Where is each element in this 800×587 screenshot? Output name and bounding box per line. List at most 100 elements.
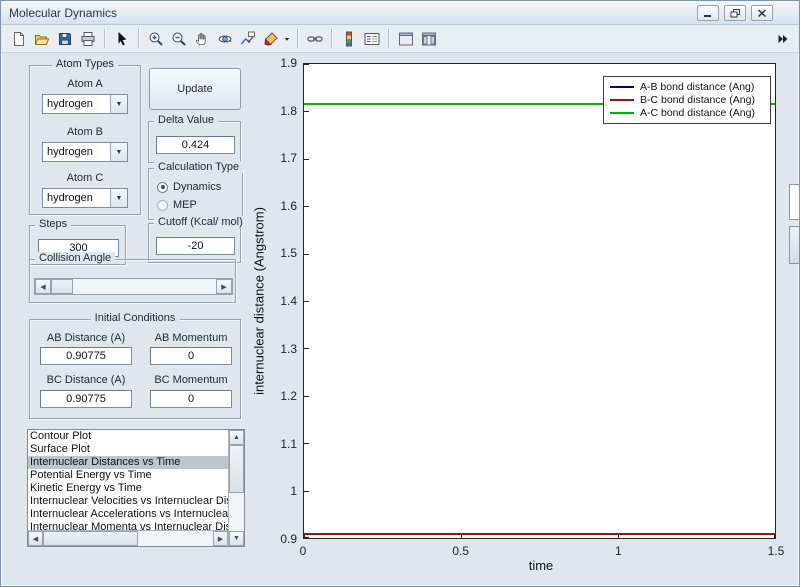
save-figure-button[interactable]	[53, 27, 76, 50]
y-tickmark	[304, 348, 309, 350]
list-item[interactable]: Contour Plot	[28, 430, 228, 443]
y-tickmark	[304, 443, 309, 445]
atom-types-panel: Atom Types Atom A hydrogen ▼ Atom B hydr…	[29, 58, 141, 215]
brush-icon	[263, 31, 278, 46]
ab-distance-input[interactable]	[40, 347, 132, 365]
rotate-3d-button[interactable]	[213, 27, 236, 50]
atom-c-select[interactable]: hydrogen ▼	[42, 188, 128, 208]
toolbar-separator	[104, 29, 105, 48]
restore-button[interactable]	[724, 5, 746, 21]
radio-dynamics-label: Dynamics	[173, 181, 222, 193]
list-item[interactable]: Internuclear Momenta vs Internuclear Dis…	[28, 521, 228, 530]
link-plots-button[interactable]	[303, 27, 326, 50]
legend-line-sample	[610, 98, 634, 101]
minimize-button[interactable]	[697, 5, 719, 21]
bc-momentum-label: BC Momentum	[154, 374, 228, 386]
ab-momentum-input[interactable]	[150, 347, 232, 365]
y-tick: 1.9	[280, 56, 297, 70]
scroll-thumb[interactable]	[43, 531, 138, 546]
hide-plot-tools-button[interactable]	[394, 27, 417, 50]
legend-line-sample	[610, 112, 634, 115]
list-item[interactable]: Internuclear Accelerations vs Internucle…	[28, 508, 228, 521]
scroll-right-arrow[interactable]: ▶	[213, 531, 228, 546]
atom-a-select[interactable]: hydrogen ▼	[42, 94, 128, 114]
scroll-track[interactable]	[229, 445, 244, 531]
data-cursor-button[interactable]	[236, 27, 259, 50]
brush-button[interactable]	[259, 27, 282, 50]
scroll-left-arrow[interactable]: ◀	[28, 531, 43, 546]
plot-area[interactable]: A-B bond distance (Ang) B-C bond distanc…	[303, 63, 776, 539]
list-item[interactable]: Surface Plot	[28, 443, 228, 456]
slider-track[interactable]	[51, 279, 216, 294]
y-tick: 1.5	[280, 246, 297, 261]
show-plot-tools-button[interactable]	[417, 27, 440, 50]
slider-left-arrow[interactable]: ◀	[35, 279, 51, 294]
slider-right-arrow[interactable]: ▶	[216, 279, 232, 294]
open-folder-icon	[34, 34, 49, 45]
scroll-track[interactable]	[43, 531, 213, 546]
rotate-3d-icon	[218, 35, 232, 42]
bc-momentum-input[interactable]	[150, 390, 232, 408]
toolbar	[1, 25, 799, 53]
x-tick: 1	[614, 544, 622, 558]
print-figure-button[interactable]	[76, 27, 99, 50]
atom-b-select[interactable]: hydrogen ▼	[42, 142, 128, 162]
collision-angle-slider[interactable]: ◀ ▶	[34, 278, 233, 295]
scroll-thumb[interactable]	[229, 445, 244, 493]
delta-value-input[interactable]	[156, 136, 235, 154]
brush-dropdown-button[interactable]	[282, 27, 292, 50]
scroll-up-arrow[interactable]: ▲	[229, 430, 244, 445]
listbox-vertical-scrollbar[interactable]: ▲ ▼	[228, 430, 244, 546]
list-item[interactable]: Kinetic Energy vs Time	[28, 482, 228, 495]
y-tickmark	[304, 158, 309, 160]
hide-plot-tools-icon	[398, 32, 413, 45]
list-item-selected[interactable]: Internuclear Distances vs Time	[28, 456, 228, 469]
y-tick: 1.8	[280, 103, 297, 118]
plot-type-listbox[interactable]: Contour Plot Surface Plot Internuclear D…	[27, 429, 245, 547]
dropdown-arrow-icon: ▼	[110, 189, 127, 207]
y-tickmark	[304, 537, 309, 538]
legend-label: B-C bond distance (Ang)	[640, 93, 755, 106]
insert-colorbar-button[interactable]	[337, 27, 360, 50]
slider-thumb[interactable]	[51, 279, 73, 294]
restore-icon	[730, 8, 740, 17]
clipped-scrollbar-thumb[interactable]	[789, 226, 799, 264]
clipped-scrollbar-track[interactable]	[789, 184, 799, 220]
series-line-bc	[304, 533, 775, 536]
listbox-horizontal-scrollbar[interactable]: ◀ ▶	[28, 530, 228, 546]
window-title: Molecular Dynamics	[9, 5, 118, 20]
new-figure-button[interactable]	[7, 27, 30, 50]
radio-dynamics[interactable]: Dynamics	[157, 181, 221, 193]
bc-distance-input[interactable]	[40, 390, 132, 408]
list-item[interactable]: Potential Energy vs Time	[28, 469, 228, 482]
plot-legend[interactable]: A-B bond distance (Ang) B-C bond distanc…	[603, 76, 771, 124]
figure-content: Atom Types Atom A hydrogen ▼ Atom B hydr…	[1, 53, 799, 586]
scroll-down-arrow[interactable]: ▼	[229, 531, 244, 546]
atom-c-label: Atom C	[66, 172, 104, 184]
show-plot-tools-icon	[421, 32, 436, 45]
cutoff-panel: Cutoff (Kcal/ mol)	[148, 216, 247, 263]
toolbar-overflow-button[interactable]	[775, 31, 791, 47]
delta-value-panel: Delta Value	[148, 114, 241, 163]
y-tick: 1.2	[280, 389, 297, 404]
title-bar[interactable]: Molecular Dynamics	[1, 1, 799, 25]
radio-mep[interactable]: MEP	[157, 199, 197, 211]
open-file-button[interactable]	[30, 27, 53, 50]
y-tickmark	[304, 206, 309, 208]
cutoff-input[interactable]	[156, 237, 235, 255]
x-tick: 1.5	[767, 544, 785, 558]
y-tickmark	[304, 490, 309, 492]
pan-button[interactable]	[190, 27, 213, 50]
data-cursor-icon	[240, 31, 255, 44]
update-button[interactable]: Update	[149, 68, 241, 110]
edit-plot-button[interactable]	[110, 27, 133, 50]
link-plots-icon	[306, 35, 323, 42]
insert-legend-button[interactable]	[360, 27, 383, 50]
zoom-out-icon	[172, 32, 186, 46]
window-controls	[697, 5, 773, 21]
zoom-in-button[interactable]	[144, 27, 167, 50]
close-button[interactable]	[751, 5, 773, 21]
list-item[interactable]: Internuclear Velocities vs Internuclear …	[28, 495, 228, 508]
atom-c-value: hydrogen	[47, 192, 93, 204]
zoom-out-button[interactable]	[167, 27, 190, 50]
